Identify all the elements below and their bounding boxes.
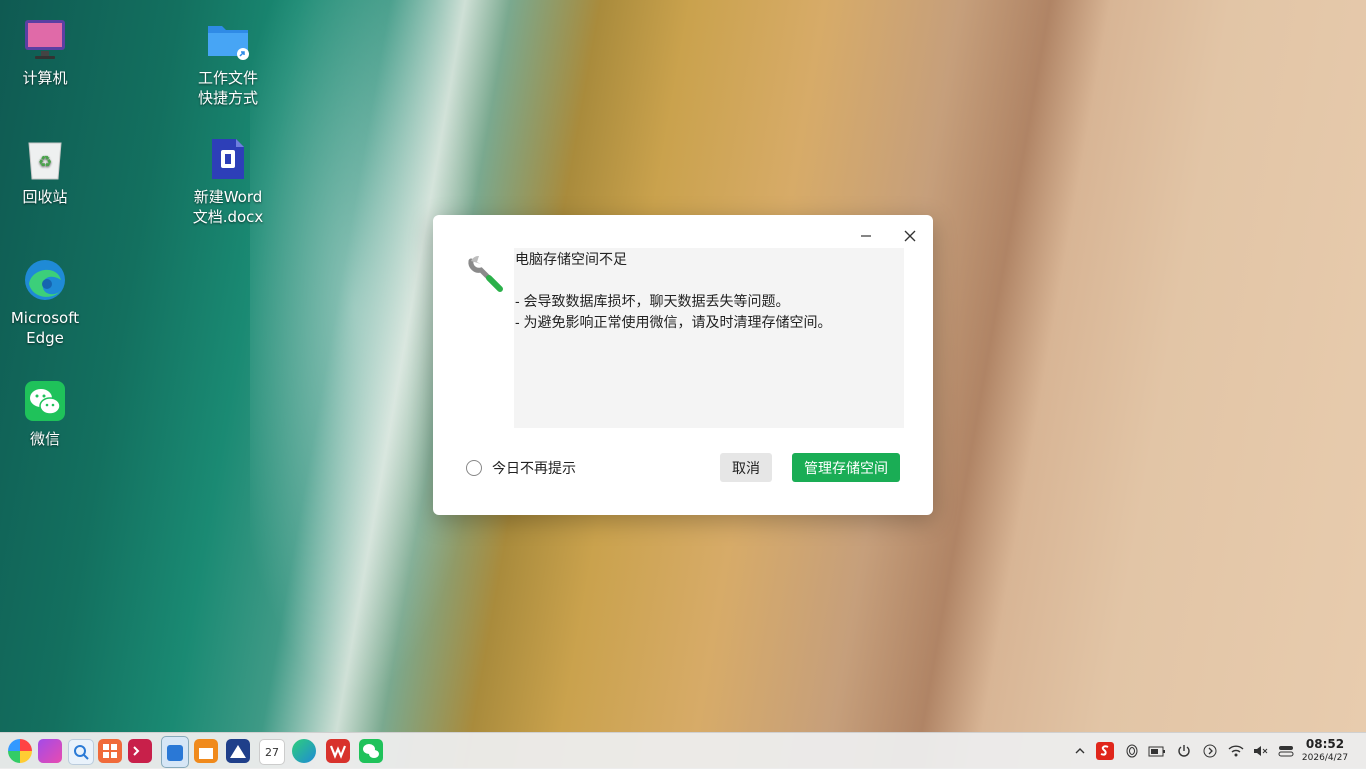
notes-icon[interactable]	[38, 739, 62, 763]
search-icon[interactable]	[68, 739, 94, 765]
message-box: 电脑存储空间不足 - 会导致数据库损坏，聊天数据丢失等问题。 - 为避免影响正常…	[514, 248, 904, 428]
message-title: 电脑存储空间不足	[515, 251, 627, 267]
sogou-input-icon[interactable]	[1096, 742, 1114, 760]
toggle-icon[interactable]	[1277, 742, 1295, 760]
edge-taskbar-icon[interactable]	[292, 739, 316, 763]
desktop-icon-work-folder[interactable]: 工作文件 快捷方式	[188, 18, 268, 108]
computer-icon	[23, 18, 67, 62]
wrench-icon	[467, 253, 507, 293]
recycle-bin-icon: ♻	[23, 137, 67, 181]
taskbar: 27 08:52 2026/4/27	[0, 732, 1366, 769]
minimize-icon	[861, 235, 871, 237]
terminal-icon[interactable]	[128, 739, 152, 763]
dont-remind-today-checkbox[interactable]: 今日不再提示	[466, 458, 576, 478]
close-button[interactable]	[899, 225, 921, 247]
arrow-right-circle-icon[interactable]	[1201, 742, 1219, 760]
battery-icon[interactable]	[1148, 742, 1166, 760]
wechat-taskbar-icon[interactable]	[359, 739, 383, 763]
edge-icon	[23, 258, 67, 302]
manage-storage-button[interactable]: 管理存储空间	[792, 453, 900, 482]
message-line-1: - 会导致数据库损坏，聊天数据丢失等问题。	[515, 293, 790, 309]
wechat-icon	[23, 379, 67, 423]
desktop-icon-label: 新建Word 文档.docx	[192, 188, 264, 226]
message-line-2: - 为避免影响正常使用微信，请及时清理存储空间。	[515, 314, 832, 330]
checkbox-label: 今日不再提示	[492, 460, 576, 476]
apps-grid-icon[interactable]	[98, 739, 122, 763]
desktop-icon-word-doc[interactable]: 新建Word 文档.docx	[188, 137, 268, 227]
close-icon	[904, 230, 916, 242]
file-manager-icon[interactable]	[194, 739, 218, 763]
wps-icon[interactable]	[326, 739, 350, 763]
calendar-icon[interactable]: 27	[259, 739, 285, 765]
app-store-icon[interactable]	[161, 736, 189, 768]
chevron-up-icon[interactable]	[1071, 742, 1089, 760]
folder-shortcut-icon	[206, 18, 250, 62]
desktop-icon-label: 微信	[29, 430, 60, 448]
desktop-icon-computer[interactable]: 计算机	[5, 18, 85, 88]
checkbox-circle[interactable]	[466, 460, 482, 476]
storage-warning-dialog: 电脑存储空间不足 - 会导致数据库损坏，聊天数据丢失等问题。 - 为避免影响正常…	[433, 215, 933, 515]
desktop-icon-label: Microsoft Edge	[10, 309, 80, 347]
launcher-icon[interactable]	[8, 739, 32, 763]
power-icon[interactable]	[1175, 742, 1193, 760]
word-doc-icon	[206, 137, 250, 181]
cancel-button[interactable]: 取消	[720, 453, 772, 482]
desktop-icon-edge[interactable]: Microsoft Edge	[5, 258, 85, 348]
desktop-icon-wechat[interactable]: 微信	[5, 379, 85, 449]
volume-muted-icon[interactable]	[1252, 742, 1270, 760]
svg-text:♻: ♻	[38, 152, 52, 171]
clock[interactable]: 08:52 2026/4/27	[1300, 736, 1350, 764]
clock-date: 2026/4/27	[1301, 753, 1349, 763]
desktop-icon-recycle-bin[interactable]: ♻ 回收站	[5, 137, 85, 207]
desktop-icon-label: 回收站	[22, 188, 68, 206]
fingerprint-icon[interactable]	[1123, 742, 1141, 760]
minimize-button[interactable]	[855, 225, 877, 247]
desktop-icon-label: 工作文件 快捷方式	[197, 69, 258, 107]
clock-time: 08:52	[1305, 737, 1345, 751]
desktop-icon-label: 计算机	[22, 69, 68, 87]
wifi-icon[interactable]	[1227, 742, 1245, 760]
image-viewer-icon[interactable]	[226, 739, 250, 763]
